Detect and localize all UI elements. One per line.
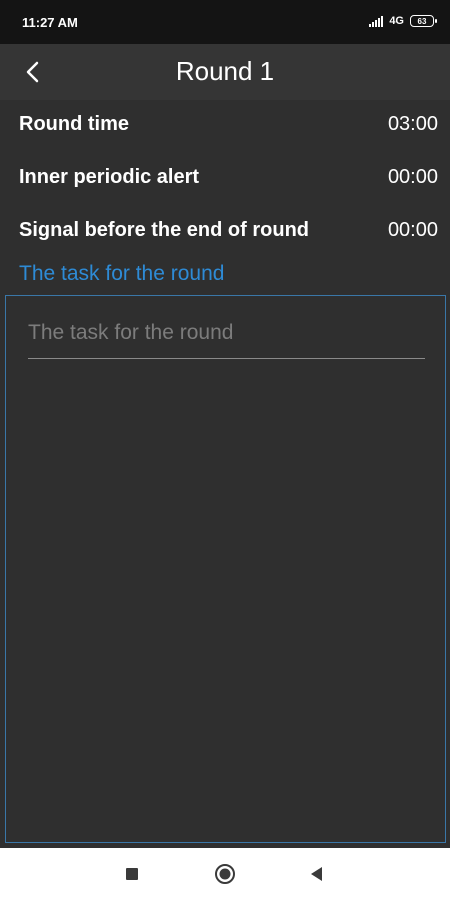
status-time: 11:27 AM — [22, 15, 78, 30]
inner-periodic-alert-row[interactable]: Inner periodic alert 00:00 — [0, 151, 450, 203]
task-input[interactable] — [28, 314, 425, 359]
page-title: Round 1 — [175, 56, 275, 86]
home-icon — [215, 864, 235, 884]
home-button[interactable] — [212, 861, 238, 887]
round-time-label: Round time — [19, 112, 129, 135]
signal-icon — [369, 15, 384, 27]
screen: 11:27 AM 4G 63 Round 1 Round time 03:00 … — [0, 0, 450, 900]
battery-level: 63 — [417, 16, 427, 26]
navigation-bar — [0, 848, 450, 900]
back-nav-button[interactable] — [304, 861, 330, 887]
round-time-value[interactable]: 03:00 — [388, 113, 438, 136]
inner-periodic-alert-value[interactable]: 00:00 — [388, 166, 438, 189]
back-icon — [311, 867, 322, 881]
status-icons: 4G 63 — [369, 15, 437, 27]
status-bar: 11:27 AM 4G 63 — [0, 0, 450, 44]
app-bar: Round 1 — [0, 44, 450, 100]
battery-icon: 63 — [410, 15, 437, 27]
recent-apps-button[interactable] — [119, 861, 145, 887]
signal-before-end-value[interactable]: 00:00 — [388, 219, 438, 242]
signal-before-end-label: Signal before the end of round — [19, 218, 309, 241]
round-time-row[interactable]: Round time 03:00 — [0, 98, 450, 150]
recent-apps-icon — [126, 868, 138, 880]
signal-before-end-row[interactable]: Signal before the end of round 00:00 — [0, 204, 450, 256]
task-heading: The task for the round — [19, 262, 225, 285]
network-label: 4G — [389, 15, 404, 27]
inner-periodic-alert-label: Inner periodic alert — [19, 165, 200, 188]
task-box[interactable] — [5, 295, 446, 843]
